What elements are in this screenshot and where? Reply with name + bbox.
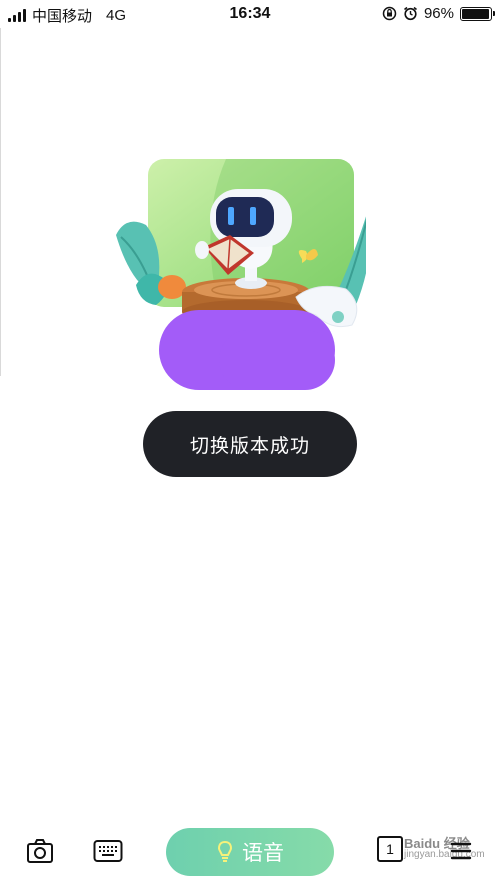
- robot-reading-illustration: [106, 155, 371, 335]
- camera-icon: [27, 839, 53, 863]
- status-bar: 中国移动 4G 16:34 96%: [0, 0, 500, 28]
- carrier-label: 中国移动: [32, 8, 93, 25]
- keyboard-icon: [93, 840, 123, 862]
- page-count-button[interactable]: 1: [377, 836, 403, 862]
- alarm-icon: [403, 6, 417, 21]
- menu-icon: [450, 842, 472, 860]
- voice-input-button[interactable]: 语音: [166, 828, 334, 876]
- left-divider: [0, 28, 1, 376]
- status-right: 96%: [382, 5, 495, 22]
- illustration-art: [116, 159, 371, 328]
- redacted-area: [159, 310, 335, 390]
- camera-button[interactable]: [25, 836, 55, 866]
- menu-button[interactable]: [446, 836, 476, 866]
- voice-label: 语音: [242, 842, 284, 865]
- battery-icon: [460, 6, 495, 21]
- battery-fill: [462, 8, 489, 19]
- battery-percent: 96%: [423, 5, 454, 22]
- toast-message: 切换版本成功: [143, 411, 357, 477]
- app-screen: 中国移动 4G 16:34 96% 切换版本成功 语音 1 Baidu 经验 j…: [0, 0, 500, 889]
- keyboard-button[interactable]: [93, 836, 123, 866]
- rotation-lock-icon: [382, 6, 397, 21]
- signal-icon: [8, 9, 26, 22]
- status-left: 中国移动 4G: [8, 5, 126, 26]
- page-count-value: 1: [386, 841, 394, 857]
- toast-text: 切换版本成功: [189, 435, 310, 457]
- bottom-toolbar: 语音 1 Baidu 经验 jingyan.baidu.com: [0, 822, 500, 882]
- network-label: 4G: [106, 7, 127, 24]
- bulb-icon: [218, 840, 232, 862]
